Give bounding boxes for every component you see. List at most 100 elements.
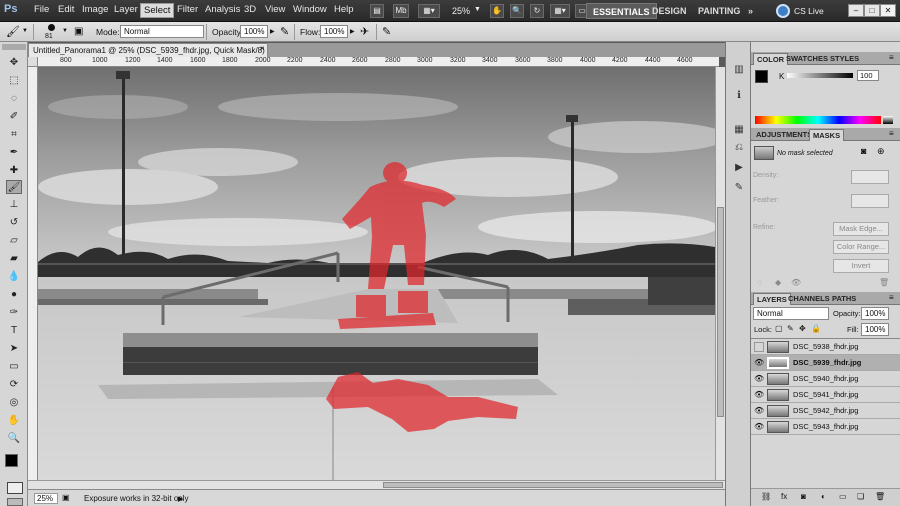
- eyedropper-tool-icon[interactable]: ✒: [6, 146, 22, 160]
- lock-position-icon[interactable]: ✥: [799, 324, 806, 333]
- tab-masks[interactable]: MASKS: [809, 129, 845, 141]
- arrange-documents-dropdown[interactable]: ▦▾: [550, 4, 570, 18]
- menu-3d[interactable]: 3D: [244, 4, 256, 15]
- add-mask-icon[interactable]: ◙: [801, 492, 806, 501]
- horizontal-scrollbar[interactable]: [28, 480, 725, 489]
- link-layers-icon[interactable]: ⛓: [761, 492, 771, 501]
- color-value-field[interactable]: 100: [857, 70, 879, 81]
- tab-paths[interactable]: PATHS: [829, 293, 859, 305]
- zoom-icon[interactable]: 🔍: [510, 4, 524, 18]
- screen-mode-icon[interactable]: [7, 498, 23, 506]
- brush-size[interactable]: 81: [45, 33, 53, 40]
- status-info-icon[interactable]: ▣: [62, 493, 70, 502]
- cslive-button[interactable]: CS Live: [794, 6, 824, 16]
- mode-select[interactable]: Normal: [120, 25, 204, 38]
- layer-visibility-toggle[interactable]: [754, 342, 764, 352]
- fill-field[interactable]: 100%: [861, 323, 889, 336]
- move-tool-icon[interactable]: ✥: [6, 56, 22, 70]
- menu-select[interactable]: Select: [140, 3, 175, 18]
- actions-icon[interactable]: ▶: [731, 162, 747, 176]
- layer-row[interactable]: 👁 DSC_5943_fhdr.jpg: [751, 419, 900, 435]
- mask-edge-button[interactable]: Mask Edge...: [833, 222, 889, 236]
- layer-row-selected[interactable]: 👁 DSC_5939_fhdr.jpg: [751, 355, 900, 371]
- maximize-button[interactable]: □: [864, 4, 880, 17]
- tab-styles[interactable]: STYLES: [827, 53, 862, 65]
- type-tool-icon[interactable]: T: [6, 324, 22, 338]
- vertical-ruler[interactable]: [28, 67, 38, 480]
- airbrush-icon[interactable]: ✈: [360, 25, 369, 38]
- rotate-view-icon[interactable]: ↻: [530, 4, 544, 18]
- panel-menu-icon[interactable]: ≡: [889, 293, 894, 302]
- eye-icon[interactable]: 👁: [754, 390, 764, 400]
- document-canvas[interactable]: [38, 67, 715, 480]
- brush-tool-preset-icon[interactable]: 🖌: [6, 25, 20, 38]
- bridge-icon[interactable]: ▤: [370, 4, 384, 18]
- shape-tool-icon[interactable]: ▭: [6, 360, 22, 374]
- brush-tip-icon[interactable]: [48, 24, 55, 31]
- navigator-icon[interactable]: ▦: [731, 124, 747, 138]
- close-button[interactable]: ✕: [880, 4, 896, 17]
- foreground-color-swatch[interactable]: [5, 454, 18, 467]
- eraser-tool-icon[interactable]: ▱: [6, 234, 22, 248]
- workspace-design[interactable]: DESIGN: [646, 3, 693, 19]
- horizontal-scroll-thumb[interactable]: [383, 482, 723, 488]
- healing-brush-tool-icon[interactable]: ✚: [6, 164, 22, 178]
- opacity-field[interactable]: 100%: [240, 25, 268, 38]
- lasso-tool-icon[interactable]: ◌: [6, 92, 22, 106]
- brush-panel-icon[interactable]: ▣: [74, 26, 83, 37]
- mask-visibility-icon[interactable]: 👁: [791, 278, 801, 287]
- tab-adjustments[interactable]: ADJUSTMENTS: [753, 129, 815, 141]
- layer-style-icon[interactable]: fx: [781, 492, 787, 501]
- panel-menu-icon[interactable]: ≡: [889, 129, 894, 138]
- chevron-down-icon[interactable]: ▼: [474, 6, 481, 13]
- minimize-button[interactable]: –: [848, 4, 864, 17]
- hand-icon[interactable]: ✋: [490, 4, 504, 18]
- vector-mask-icon[interactable]: ⊕: [877, 146, 885, 157]
- zoom-level[interactable]: 25%: [452, 6, 470, 16]
- color-fg-swatch[interactable]: [755, 70, 768, 83]
- horizontal-ruler[interactable]: 800 1000 1200 1400 1600 1800 2000 2200 2…: [38, 57, 719, 67]
- minibridge-icon[interactable]: Mb: [393, 4, 409, 18]
- density-field[interactable]: [851, 170, 889, 184]
- menu-analysis[interactable]: Analysis: [205, 4, 240, 15]
- gradient-tool-icon[interactable]: ▰: [6, 252, 22, 266]
- status-zoom-field[interactable]: 25%: [34, 493, 58, 504]
- crop-tool-icon[interactable]: ⌗: [6, 128, 22, 142]
- history-brush-tool-icon[interactable]: ↺: [6, 216, 22, 230]
- chevron-right-icon[interactable]: ▶: [178, 495, 183, 503]
- eye-icon[interactable]: 👁: [754, 406, 764, 416]
- document-tab[interactable]: Untitled_Panorama1 @ 25% (DSC_5939_fhdr.…: [28, 43, 268, 68]
- quick-selection-tool-icon[interactable]: ✐: [6, 110, 22, 124]
- dodge-tool-icon[interactable]: ●: [6, 288, 22, 302]
- menu-image[interactable]: Image: [82, 4, 108, 15]
- menu-layer[interactable]: Layer: [114, 4, 138, 15]
- color-channel-slider[interactable]: [787, 73, 853, 78]
- chevron-down-icon[interactable]: ▼: [62, 28, 68, 34]
- hand-tool-icon[interactable]: ✋: [6, 414, 22, 428]
- vertical-scroll-thumb[interactable]: [717, 207, 724, 417]
- pressure-opacity-icon[interactable]: ✎: [280, 25, 289, 38]
- lock-transparency-icon[interactable]: ▢: [775, 324, 783, 333]
- new-group-icon[interactable]: ▭: [839, 492, 847, 501]
- blend-mode-select[interactable]: Normal: [753, 307, 829, 320]
- 3d-rotate-tool-icon[interactable]: ⟳: [6, 378, 22, 392]
- layer-row[interactable]: 👁 DSC_5942_fhdr.jpg: [751, 403, 900, 419]
- menu-help[interactable]: Help: [334, 4, 354, 15]
- delete-layer-icon[interactable]: 🗑: [875, 492, 885, 501]
- eye-icon[interactable]: 👁: [754, 422, 764, 432]
- path-selection-tool-icon[interactable]: ➤: [6, 342, 22, 356]
- chevron-down-icon[interactable]: ▼: [22, 28, 28, 34]
- pixel-mask-icon[interactable]: ◙: [861, 146, 866, 156]
- clone-stamp-tool-icon[interactable]: ⊥: [6, 198, 22, 212]
- flow-field[interactable]: 100%: [320, 25, 348, 38]
- chevron-down-icon[interactable]: ▶: [270, 28, 275, 35]
- tools-panel-grip[interactable]: [2, 44, 26, 50]
- feather-field[interactable]: [851, 194, 889, 208]
- layer-row[interactable]: 👁 DSC_5940_fhdr.jpg: [751, 371, 900, 387]
- layer-row[interactable]: DSC_5938_fhdr.jpg: [751, 339, 900, 355]
- layer-row[interactable]: 👁 DSC_5941_fhdr.jpg: [751, 387, 900, 403]
- adjustment-layer-icon[interactable]: ◐: [821, 492, 826, 501]
- menu-window[interactable]: Window: [293, 4, 327, 15]
- brush-tool-icon[interactable]: 🖌: [6, 180, 22, 194]
- apply-mask-icon[interactable]: ◆: [775, 278, 781, 287]
